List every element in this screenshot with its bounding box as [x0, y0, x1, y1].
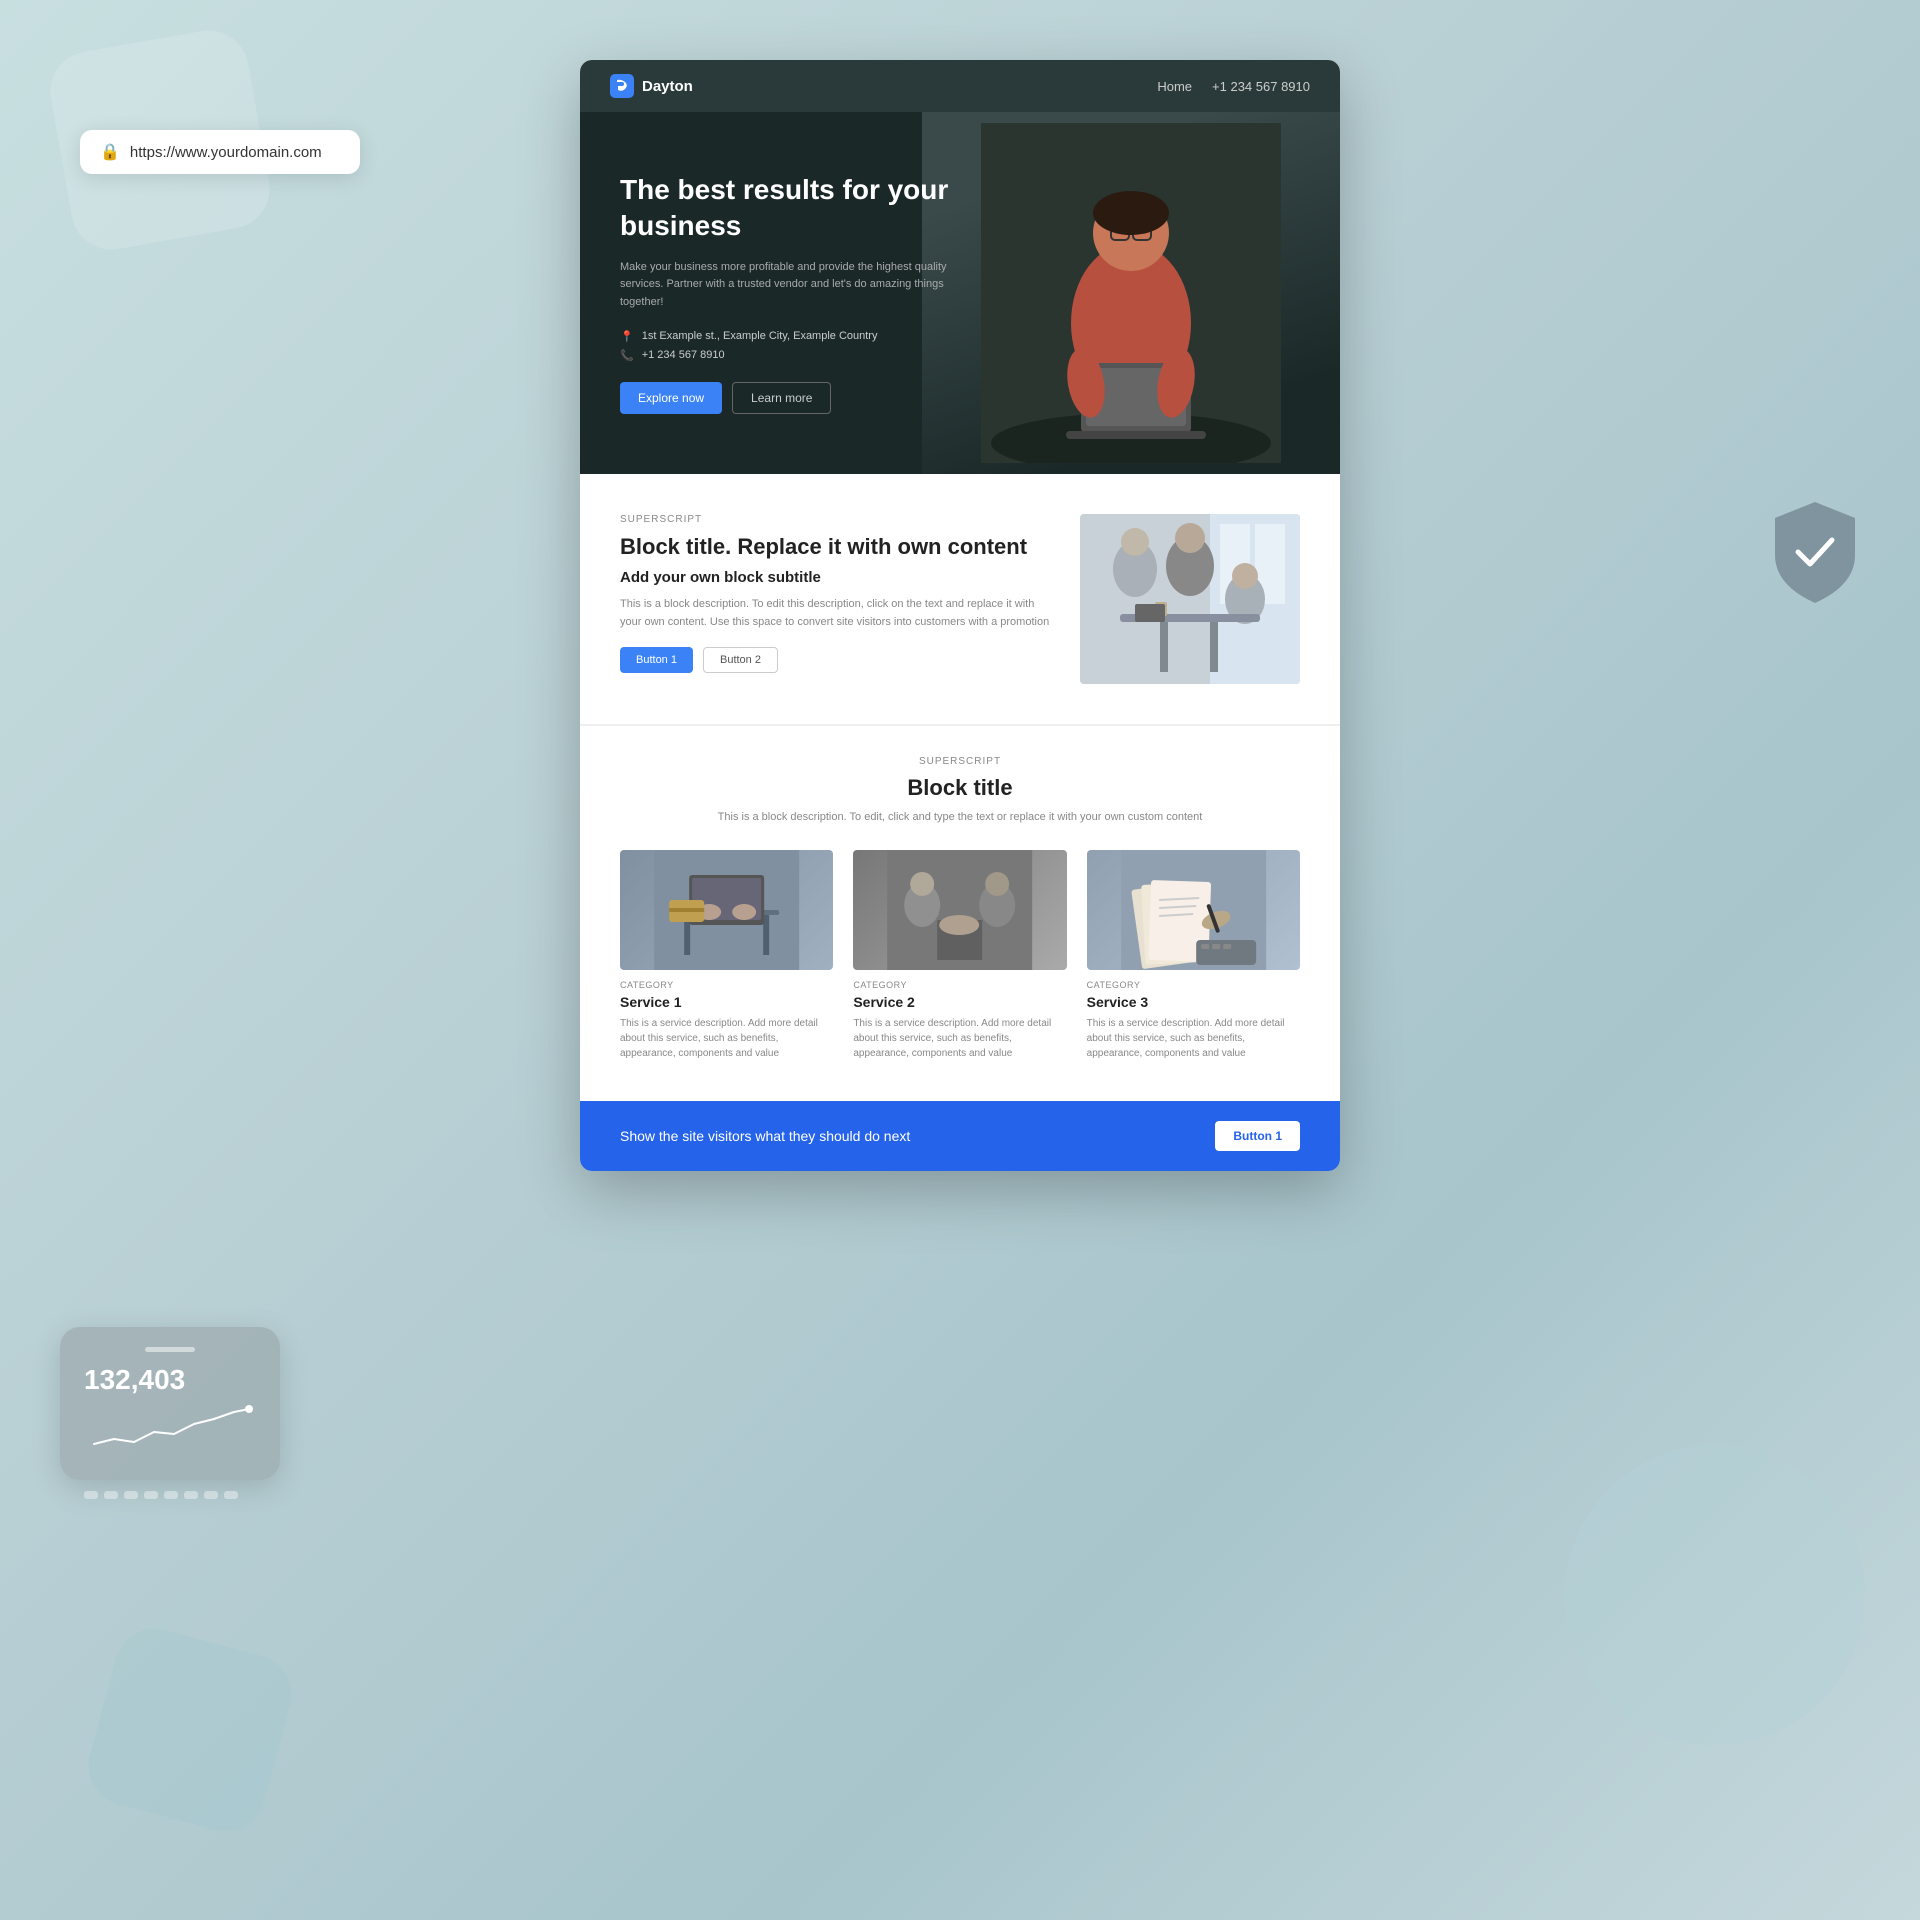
hero-title: The best results for your business [620, 172, 960, 245]
block-button-2[interactable]: Button 2 [703, 647, 778, 673]
services-superscript: SUPERSCRIPT [620, 756, 1300, 767]
block-button-1[interactable]: Button 1 [620, 647, 693, 673]
service-card-3: Category Service 3 This is a service des… [1087, 850, 1300, 1061]
service-image-1 [620, 850, 833, 970]
widget-handle [145, 1347, 195, 1352]
nav-home[interactable]: Home [1157, 79, 1192, 94]
logo-icon [610, 74, 634, 98]
service-1-name: Service 1 [620, 994, 833, 1010]
learn-more-button[interactable]: Learn more [732, 382, 831, 414]
bg-decoration-2 [1565, 1445, 1865, 1745]
service-2-category: Category [853, 980, 1066, 990]
cta-button[interactable]: Button 1 [1215, 1121, 1300, 1151]
content-right [1080, 514, 1300, 684]
nav-links: Home +1 234 567 8910 [1157, 79, 1310, 94]
site-logo: Dayton [610, 74, 693, 98]
url-text: https://www.yourdomain.com [130, 144, 322, 161]
hero-subtitle: Make your business more profitable and p… [620, 259, 960, 312]
service-1-desc: This is a service description. Add more … [620, 1016, 833, 1061]
explore-now-button[interactable]: Explore now [620, 382, 722, 414]
chart-bars [84, 1459, 256, 1499]
service-image-3 [1087, 850, 1300, 970]
stat-number: 132,403 [84, 1364, 256, 1396]
hero-image [922, 112, 1340, 474]
service-2-desc: This is a service description. Add more … [853, 1016, 1066, 1061]
hero-info: 📍 1st Example st., Example City, Example… [620, 330, 960, 362]
phone-icon: 📞 [620, 349, 634, 362]
services-description: This is a block description. To edit, cl… [620, 809, 1300, 827]
block-subtitle: Add your own block subtitle [620, 569, 1050, 586]
service-2-name: Service 2 [853, 994, 1066, 1010]
lock-icon: 🔒 [100, 142, 120, 162]
service-card-2: Category Service 2 This is a service des… [853, 850, 1066, 1061]
site-nav: Dayton Home +1 234 567 8910 [580, 60, 1340, 112]
hero-buttons: Explore now Learn more [620, 382, 960, 414]
chart-area [84, 1404, 256, 1464]
shield-widget [1770, 500, 1860, 610]
service-3-desc: This is a service description. Add more … [1087, 1016, 1300, 1061]
stats-widget: 132,403 [60, 1327, 280, 1480]
section-buttons: Button 1 Button 2 [620, 647, 1050, 673]
location-icon: 📍 [620, 330, 634, 343]
bg-decoration-3 [80, 1620, 300, 1840]
hero-content: The best results for your business Make … [620, 172, 960, 414]
content-left: SUPERSCRIPT Block title. Replace it with… [620, 514, 1050, 674]
cta-bar: Show the site visitors what they should … [580, 1101, 1340, 1171]
service-card-1: Category Service 1 This is a service des… [620, 850, 833, 1061]
services-section: SUPERSCRIPT Block title This is a block … [580, 725, 1340, 1102]
service-3-name: Service 3 [1087, 994, 1300, 1010]
hero-address: 📍 1st Example st., Example City, Example… [620, 330, 960, 343]
service-3-category: Category [1087, 980, 1300, 990]
service-1-category: Category [620, 980, 833, 990]
service-image-2 [853, 850, 1066, 970]
hero-person-photo [922, 112, 1340, 474]
block-title: Block title. Replace it with own content [620, 533, 1050, 562]
browser-window: Dayton Home +1 234 567 8910 [580, 60, 1340, 1171]
block-description: This is a block description. To edit thi… [620, 596, 1050, 631]
nav-phone: +1 234 567 8910 [1212, 79, 1310, 94]
hero-section: The best results for your business Make … [580, 112, 1340, 474]
services-title: Block title [620, 775, 1300, 801]
services-grid: Category Service 1 This is a service des… [620, 850, 1300, 1061]
block-superscript: SUPERSCRIPT [620, 514, 1050, 525]
logo-text: Dayton [642, 78, 693, 95]
content-row: SUPERSCRIPT Block title. Replace it with… [620, 514, 1300, 684]
url-bar[interactable]: 🔒 https://www.yourdomain.com [80, 130, 360, 174]
hero-phone: 📞 +1 234 567 8910 [620, 349, 960, 362]
block-content-section: SUPERSCRIPT Block title. Replace it with… [580, 474, 1340, 724]
cta-text: Show the site visitors what they should … [620, 1128, 910, 1144]
block-image [1080, 514, 1300, 684]
